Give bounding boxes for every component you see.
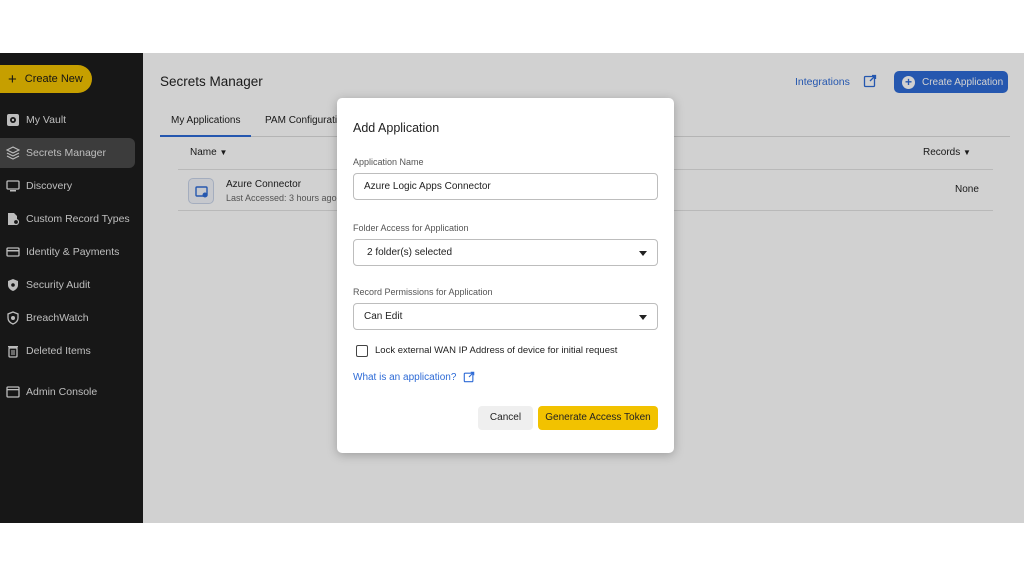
generate-access-token-button[interactable]: Generate Access Token bbox=[538, 406, 658, 430]
folder-access-label: Folder Access for Application bbox=[353, 223, 469, 233]
modal-backdrop[interactable]: Add Application Application Name Folder … bbox=[0, 53, 1024, 523]
record-permissions-value: Can Edit bbox=[364, 311, 403, 322]
application-name-input[interactable] bbox=[353, 173, 658, 200]
folder-access-select[interactable]: 2 folder(s) selected bbox=[353, 239, 658, 266]
dialog-title: Add Application bbox=[353, 121, 440, 135]
lock-ip-label[interactable]: Lock external WAN IP Address of device f… bbox=[375, 345, 617, 356]
dropdown-caret-icon bbox=[639, 251, 647, 256]
folder-access-value: 2 folder(s) selected bbox=[367, 247, 453, 258]
lock-ip-checkbox[interactable] bbox=[356, 345, 368, 357]
record-permissions-label: Record Permissions for Application bbox=[353, 287, 493, 297]
record-permissions-select[interactable]: Can Edit bbox=[353, 303, 658, 330]
what-is-application-link[interactable]: What is an application? bbox=[353, 372, 456, 383]
app-window: + Create New My Vault Secrets Manager Di… bbox=[0, 53, 1024, 523]
external-link-icon[interactable] bbox=[463, 371, 475, 383]
application-name-label: Application Name bbox=[353, 157, 424, 167]
add-application-dialog: Add Application Application Name Folder … bbox=[337, 98, 674, 453]
dropdown-caret-icon bbox=[639, 315, 647, 320]
cancel-button[interactable]: Cancel bbox=[478, 406, 533, 430]
